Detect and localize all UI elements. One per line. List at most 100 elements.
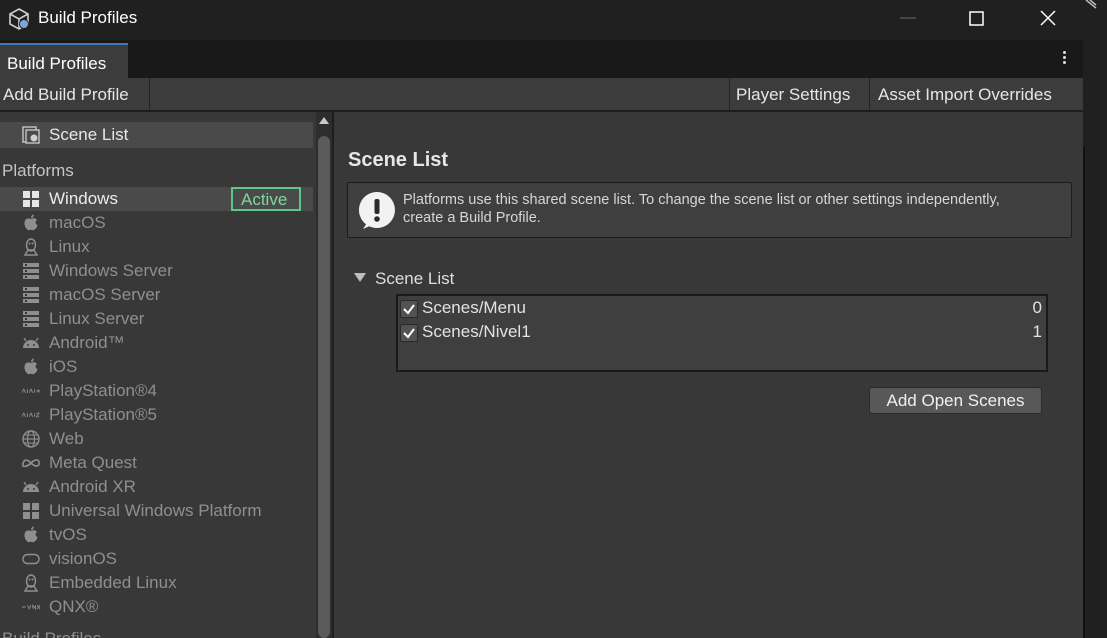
scene-checkbox[interactable] (400, 300, 418, 318)
platform-label: macOS (49, 213, 106, 232)
scene-list-box: Scenes/Menu 0 Scenes/Nivel1 1 (396, 294, 1048, 372)
sidebar-item-platform[interactable]: iOS (0, 355, 313, 379)
help-text-line: Platforms use this shared scene list. To… (403, 192, 1000, 208)
window-edge (1083, 40, 1107, 638)
sidebar-item-platform[interactable]: Android XR (0, 475, 313, 499)
sidebar-item-platform[interactable]: macOS (0, 211, 313, 235)
scene-name: Scenes/Menu (422, 298, 526, 317)
platform-label: Web (49, 429, 84, 448)
platform-label: Windows (49, 189, 118, 208)
platform-list-panel: Scene List Platforms Windows Active macOS L… (0, 112, 316, 638)
android-icon (22, 479, 40, 495)
minimize-icon (900, 17, 916, 19)
warning-icon (358, 192, 395, 229)
player-settings-button[interactable]: Player Settings (729, 78, 870, 110)
platforms-header: Platforms (2, 161, 74, 180)
close-button[interactable] (1013, 0, 1083, 40)
android-icon (22, 335, 40, 351)
page-title: Scene List (348, 149, 449, 171)
platform-label: macOS Server (49, 285, 161, 304)
sidebar-item-platform[interactable]: PlayStation®5 (0, 403, 313, 427)
sidebar-item-platform[interactable]: Android™ (0, 331, 313, 355)
scene-list-panel: Scene List Platforms use this shared sce… (334, 112, 1083, 638)
apple-icon (22, 214, 40, 231)
sidebar-item-platform[interactable]: QNX® (0, 595, 313, 619)
platform-label: Meta Quest (49, 453, 137, 472)
sidebar-item-label: Scene List (49, 125, 129, 144)
sidebar-item-platform[interactable]: Embedded Linux (0, 571, 313, 595)
tab-build-profiles[interactable]: Build Profiles (0, 43, 128, 78)
scene-name: Scenes/Nivel1 (422, 322, 531, 341)
maximize-button[interactable] (942, 0, 1012, 40)
scroll-thumb[interactable] (318, 136, 330, 638)
scene-checkbox[interactable] (400, 324, 418, 342)
meta-icon (22, 455, 40, 471)
resize-handle-icon[interactable] (1082, 0, 1107, 14)
platform-label: Windows Server (49, 261, 173, 280)
sidebar-item-platform[interactable]: tvOS (0, 523, 313, 547)
platform-label: Android™ (49, 333, 125, 352)
more-options-icon[interactable] (1054, 49, 1074, 69)
platform-label: PlayStation®5 (49, 405, 157, 424)
web-icon (22, 430, 40, 448)
sidebar-item-platform[interactable]: Web (0, 427, 313, 451)
sidebar-item-platform[interactable]: Meta Quest (0, 451, 313, 475)
platform-label: Linux (49, 237, 90, 256)
sidebar-item-platform[interactable]: Universal Windows Platform (0, 499, 313, 523)
scene-index: 0 (1032, 298, 1042, 317)
scene-row[interactable]: Scenes/Menu 0 (398, 297, 1046, 321)
help-text: Platforms use this shared scene list. To… (403, 191, 1000, 227)
scene-row[interactable]: Scenes/Nivel1 1 (398, 321, 1046, 345)
tab-bar: Build Profiles (0, 40, 1083, 78)
platform-label: visionOS (49, 549, 118, 568)
qnx-icon (22, 599, 40, 615)
scene-list-icon (22, 126, 40, 144)
platform-label: iOS (49, 357, 78, 376)
sidebar-item-platform[interactable]: Linux (0, 235, 313, 259)
sidebar-item-platform[interactable]: visionOS (0, 547, 313, 571)
close-icon (1040, 10, 1056, 26)
minimize-button[interactable] (873, 0, 943, 40)
ps4-icon (22, 383, 40, 399)
sidebar-item-platform[interactable]: Windows Server (0, 259, 313, 283)
add-open-scenes-button[interactable]: Add Open Scenes (869, 387, 1042, 414)
platform-label: PlayStation®4 (49, 381, 157, 400)
checkmark-icon (403, 304, 415, 315)
add-build-profile-button[interactable]: Add Build Profile (0, 78, 150, 110)
maximize-icon (969, 11, 984, 26)
linux-icon (22, 574, 40, 592)
sidebar-item-platform[interactable]: Linux Server (0, 307, 313, 331)
info-help-box: Platforms use this shared scene list. To… (347, 182, 1072, 238)
windows-icon (22, 503, 40, 519)
checkmark-icon (403, 328, 415, 339)
apple-icon (22, 526, 40, 543)
active-badge: Active (231, 187, 301, 211)
apple-icon (22, 358, 40, 375)
window-edge-line (1083, 147, 1085, 638)
vision-icon (22, 551, 40, 567)
tab-label: Build Profiles (7, 54, 107, 73)
sidebar-item-platform[interactable]: PlayStation®4 (0, 379, 313, 403)
sidebar-item-platform[interactable]: Windows Active (0, 187, 313, 211)
ps5-icon (22, 407, 40, 423)
toolbar: Add Build Profile Player Settings Asset … (0, 78, 1083, 111)
asset-import-overrides-button[interactable]: Asset Import Overrides (871, 78, 1083, 110)
foldout-arrow-icon[interactable] (354, 273, 366, 282)
sidebar-item-platform[interactable]: macOS Server (0, 283, 313, 307)
platform-list-scrollbar[interactable] (316, 112, 332, 638)
server-icon (22, 311, 40, 327)
build-profiles-header: Build Profiles (2, 629, 101, 638)
platform-label: QNX® (49, 597, 99, 616)
sidebar-item-scene-list[interactable]: Scene List (0, 122, 313, 148)
scroll-up-arrow-icon[interactable] (319, 117, 329, 124)
platform-label: tvOS (49, 525, 87, 544)
platform-label: Universal Windows Platform (49, 501, 262, 520)
server-icon (22, 263, 40, 279)
linux-icon (22, 238, 40, 256)
windows-icon (22, 191, 40, 207)
server-icon (22, 287, 40, 303)
unity-cube-icon (9, 8, 29, 30)
foldout-label: Scene List (375, 269, 455, 288)
window-title: Build Profiles (38, 8, 138, 27)
help-text-line: create a Build Profile. (403, 210, 541, 226)
